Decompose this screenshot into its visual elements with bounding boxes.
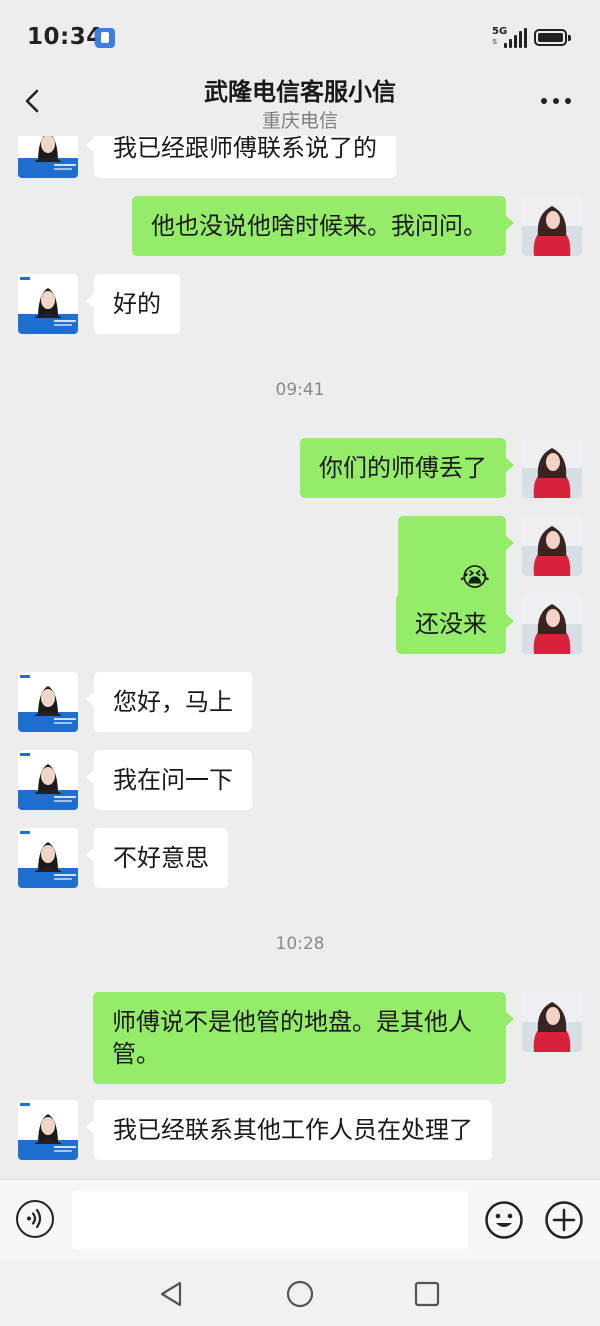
chat-header: 武隆电信客服小信 重庆电信 xyxy=(0,70,600,136)
message-list[interactable]: 我已经跟师傅联系说了的 他也没说他啥时候来。我问问。 好的 09:41 你们的师… xyxy=(0,136,600,1179)
message-bubble-incoming[interactable]: 我已经联系其他工作人员在处理了 xyxy=(86,1100,492,1160)
agent-avatar[interactable] xyxy=(18,1100,78,1160)
more-options-icon[interactable] xyxy=(541,98,573,106)
status-time: 10:34 xyxy=(27,24,103,50)
message-bubble-incoming[interactable]: 不好意思 xyxy=(86,828,228,888)
status-bar: 10:34 5G ⇅ xyxy=(0,0,600,70)
message-bubble-incoming[interactable]: 我在问一下 xyxy=(86,750,252,810)
message-bubble-outgoing[interactable]: 师傅说不是他管的地盘。是其他人管。 xyxy=(93,992,514,1084)
agent-avatar[interactable] xyxy=(18,828,78,888)
message-bubble-outgoing[interactable]: 你们的师傅丢了 xyxy=(300,438,514,498)
crying-face-emoji: 😭 xyxy=(459,563,490,593)
message-bubble-incoming[interactable]: 好的 xyxy=(86,274,180,334)
notification-app-icon xyxy=(95,28,115,48)
message-timestamp: 09:41 xyxy=(275,380,325,400)
battery-icon xyxy=(534,29,571,46)
user-avatar[interactable] xyxy=(522,516,582,576)
plus-circle-icon[interactable] xyxy=(544,1200,584,1240)
emoji-icon[interactable] xyxy=(484,1200,524,1240)
signal-strength-icon xyxy=(504,28,527,48)
agent-avatar[interactable] xyxy=(18,136,78,178)
message-bubble-incoming[interactable]: 我已经跟师傅联系说了的 xyxy=(86,136,396,178)
agent-avatar[interactable] xyxy=(18,274,78,334)
message-timestamp: 10:28 xyxy=(275,934,325,954)
system-navigation-bar xyxy=(0,1259,600,1326)
user-avatar[interactable] xyxy=(522,594,582,654)
data-activity-indicator: ⇅ xyxy=(492,38,498,46)
input-bar xyxy=(0,1179,600,1260)
user-avatar[interactable] xyxy=(522,196,582,256)
agent-avatar[interactable] xyxy=(18,672,78,732)
user-avatar[interactable] xyxy=(522,438,582,498)
message-bubble-outgoing[interactable]: 他也没说他啥时候来。我问问。 xyxy=(132,196,514,256)
triangle-back-icon[interactable] xyxy=(157,1279,187,1309)
message-bubble-incoming[interactable]: 您好，马上 xyxy=(86,672,252,732)
agent-avatar[interactable] xyxy=(18,750,78,810)
chat-subtitle: 重庆电信 xyxy=(261,110,338,132)
message-input[interactable] xyxy=(72,1191,468,1249)
user-avatar[interactable] xyxy=(522,992,582,1052)
message-bubble-outgoing[interactable]: 还没来 xyxy=(396,594,514,654)
circle-home-icon[interactable] xyxy=(285,1279,315,1309)
square-recents-icon[interactable] xyxy=(412,1279,442,1309)
voice-icon[interactable] xyxy=(16,1200,54,1238)
chat-title: 武隆电信客服小信 xyxy=(204,78,396,106)
